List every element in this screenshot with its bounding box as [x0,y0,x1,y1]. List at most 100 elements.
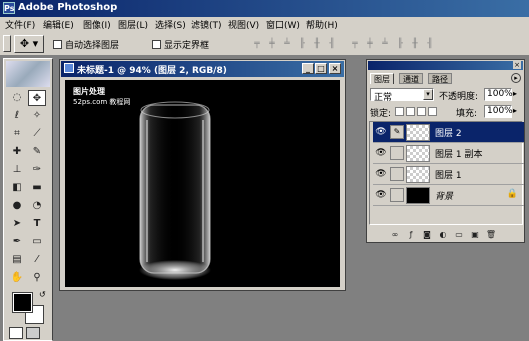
marquee-tool-icon[interactable]: ◌ [8,90,26,106]
align-vcenter-icon[interactable]: ╪ [265,38,279,50]
menu-edit[interactable]: 编辑(E) [43,18,74,31]
align-hcenter-icon[interactable]: ╫ [310,38,324,50]
distribute-bottom-icon[interactable]: ╧ [378,38,392,50]
close-button[interactable]: × [329,63,341,74]
menu-view[interactable]: 视图(V) [228,18,259,31]
magic-wand-icon[interactable]: ✧ [28,108,46,124]
opacity-arrow-icon[interactable]: ▸ [513,89,517,98]
hand-tool-icon[interactable]: ✋ [8,270,26,286]
lock-paint-icon[interactable] [406,107,415,116]
lasso-tool-icon[interactable]: ℓ [8,108,26,124]
fill-input[interactable]: 100% [484,105,513,118]
align-right-icon[interactable]: ╢ [325,38,339,50]
notes-tool-icon[interactable]: ▤ [8,252,26,268]
app-title: Adobe Photoshop [18,2,118,13]
lock-all-icon[interactable] [428,107,437,116]
tab-layers[interactable]: 图层 [370,73,394,84]
panel-close-icon[interactable]: × [513,61,521,69]
adobe-feather-icon[interactable] [6,61,50,87]
new-fill-layer-icon[interactable]: ◐ [437,230,449,240]
layer-style-icon[interactable]: ƒ [405,230,417,240]
brush-tool-icon[interactable]: ✎ [28,144,46,160]
show-bbox-checkbox[interactable] [152,40,161,49]
visibility-eye-icon[interactable]: 👁 [374,188,388,202]
options-grip[interactable] [3,35,11,52]
maximize-button[interactable]: □ [315,63,327,74]
visibility-eye-icon[interactable]: 👁 [374,146,388,160]
move-tool-preset-button[interactable]: ✥ ▾ [14,35,44,53]
lock-icons-group [395,107,439,119]
new-group-icon[interactable]: ▭ [453,230,465,240]
lock-transparency-icon[interactable] [395,107,404,116]
align-bottom-icon[interactable]: ╧ [280,38,294,50]
move-tool-icon[interactable]: ✥ [28,90,46,106]
app-titlebar: Ps Adobe Photoshop [0,0,529,17]
distribute-right-icon[interactable]: ╢ [423,38,437,50]
menu-bar: 文件(F) 编辑(E) 图像(I) 图层(L) 选择(S) 滤镜(T) 视图(V… [0,17,529,32]
align-left-icon[interactable]: ╟ [295,38,309,50]
photoshop-icon: Ps [3,2,15,14]
menu-select[interactable]: 选择(S) [155,18,186,31]
layer-mask-icon[interactable]: ◙ [421,230,433,240]
panel-titlebar[interactable]: × [368,61,523,70]
layer-link-box[interactable] [390,188,404,202]
menu-filter[interactable]: 滤镜(T) [191,18,222,31]
blend-mode-select[interactable]: 正常 ▾ [370,88,434,103]
dodge-tool-icon[interactable]: ◔ [28,198,46,214]
delete-layer-icon[interactable]: 🗑 [485,230,497,240]
pen-tool-icon[interactable]: ✒ [8,234,26,250]
document-titlebar[interactable]: 未标题-1 @ 94% (图层 2, RGB/8) _ □ × [61,61,344,77]
type-tool-icon[interactable]: T [28,216,46,232]
auto-select-checkbox[interactable] [53,40,62,49]
link-layers-icon[interactable]: ∞ [389,230,401,240]
eraser-tool-icon[interactable]: ◧ [8,180,26,196]
opacity-input[interactable]: 100% [484,88,513,101]
layer-row-background[interactable]: 👁 背景 🔒 [373,185,524,206]
blur-tool-icon[interactable]: ● [8,198,26,214]
crop-tool-icon[interactable]: ⌗ [8,126,26,142]
slice-tool-icon[interactable]: ⟋ [28,126,46,142]
new-layer-icon[interactable]: ▣ [469,230,481,240]
chevron-down-icon[interactable]: ▾ [423,89,433,100]
align-top-icon[interactable]: ╤ [250,38,264,50]
minimize-button[interactable]: _ [302,63,314,74]
quickmask-mode-icon[interactable] [26,327,40,339]
swap-colors-icon[interactable]: ↺ [39,290,46,299]
foreground-color-swatch[interactable] [12,292,33,313]
brush-edit-icon: ✎ [390,125,404,139]
clone-stamp-icon[interactable]: ⊥ [8,162,26,178]
standard-mode-icon[interactable] [9,327,23,339]
healing-brush-icon[interactable]: ✚ [8,144,26,160]
menu-file[interactable]: 文件(F) [5,18,35,31]
layer-link-box[interactable] [390,146,404,160]
layer-row-layer1[interactable]: 👁 图层 1 [373,164,524,185]
visibility-eye-icon[interactable]: 👁 [374,125,388,139]
gradient-tool-icon[interactable]: ▬ [28,180,46,196]
visibility-eye-icon[interactable]: 👁 [374,167,388,181]
layer-row-layer2[interactable]: 👁 ✎ 图层 2 [373,122,524,143]
panel-menu-icon[interactable]: ▸ [511,73,521,83]
distribute-top-icon[interactable]: ╤ [348,38,362,50]
distribute-hcenter-icon[interactable]: ╫ [408,38,422,50]
zoom-tool-icon[interactable]: ⚲ [28,270,46,286]
document-canvas[interactable]: 图片处理 52ps.com 教程网 [65,80,340,287]
menu-layer[interactable]: 图层(L) [118,18,148,31]
distribute-vcenter-icon[interactable]: ╪ [363,38,377,50]
history-brush-icon[interactable]: ✑ [28,162,46,178]
fill-arrow-icon[interactable]: ▸ [513,106,517,115]
lock-move-icon[interactable] [417,107,426,116]
tab-channels[interactable]: 通道 [399,73,423,84]
fill-value: 100% [487,106,513,116]
eyedropper-icon[interactable]: ⁄ [28,252,46,268]
distribute-left-icon[interactable]: ╟ [393,38,407,50]
layer-thumbnail [406,166,430,183]
shape-tool-icon[interactable]: ▭ [28,234,46,250]
menu-window[interactable]: 窗口(W) [266,18,300,31]
layer-thumbnail [406,124,430,141]
menu-image[interactable]: 图像(I) [83,18,111,31]
tab-paths[interactable]: 路径 [428,73,452,84]
path-selection-icon[interactable]: ➤ [8,216,26,232]
layer-link-box[interactable] [390,167,404,181]
layer-row-layer1-copy[interactable]: 👁 图层 1 副本 [373,143,524,164]
menu-help[interactable]: 帮助(H) [306,18,338,31]
